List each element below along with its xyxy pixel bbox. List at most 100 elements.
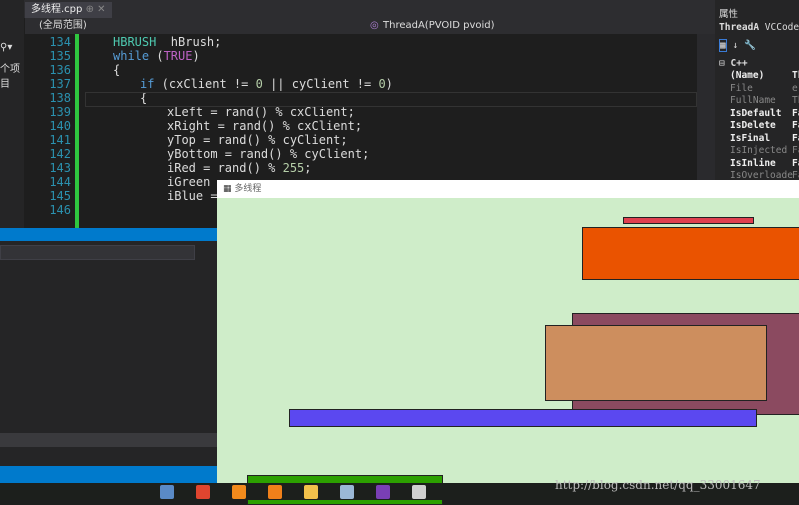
code-token: HBRUSH (113, 35, 157, 49)
code-line: { (113, 63, 120, 77)
code-line: iBlue = (167, 189, 218, 203)
code-token: ) (192, 49, 200, 63)
child-window-titlebar: ▦ 多线程 (217, 180, 799, 198)
output-panel (0, 228, 217, 483)
code-line: yBottom = rand() % cyClient; (167, 147, 369, 161)
property-value: e (792, 82, 798, 94)
code-token: xRight = rand() % cxClient; (167, 119, 363, 133)
code-token: yTop = rand() % cyClient; (167, 133, 348, 147)
line-number: 141 (49, 133, 71, 147)
alphabetical-icon[interactable]: ↓ (732, 40, 738, 51)
property-name: IsInline (730, 157, 776, 169)
property-row[interactable]: File e (730, 83, 798, 94)
code-line: yTop = rand() % cyClient; (167, 133, 348, 147)
taskbar-visual-studio-icon[interactable] (376, 485, 390, 499)
taskbar-chrome-icon[interactable] (196, 485, 210, 499)
property-row[interactable]: IsFinal Fa (730, 133, 799, 144)
category-label: C++ (730, 58, 748, 69)
code-token: while (113, 49, 150, 63)
code-line: while (TRUE) (113, 49, 200, 63)
child-window-title: 多线程 (234, 184, 262, 194)
code-token: xLeft = rand() % cxClient; (167, 105, 355, 119)
line-number: 139 (49, 105, 71, 119)
taskbar-app-3-icon[interactable] (232, 485, 246, 499)
line-number: 140 (49, 119, 71, 133)
code-token: ; (304, 161, 312, 175)
property-row[interactable]: IsInjected Fa (730, 145, 799, 156)
property-row[interactable]: IsDefault Fa (730, 108, 799, 119)
taskbar-app-4-icon[interactable] (268, 485, 282, 499)
change-marker (75, 34, 79, 228)
property-value: Fa (792, 157, 799, 169)
property-name: IsDelete (730, 120, 776, 131)
output-dropdown[interactable] (0, 245, 195, 260)
line-number: 144 (49, 175, 71, 189)
child-window[interactable]: ▦ 多线程 (217, 180, 799, 505)
property-name: IsFinal (730, 132, 771, 144)
function-dropdown[interactable]: ThreadA(PVOID pvoid) (383, 18, 495, 34)
tab-label: 多线程.cpp (31, 4, 83, 15)
code-token: yBottom = rand() % cyClient; (167, 147, 370, 161)
code-token: 0 (378, 77, 386, 91)
code-token: 255 (282, 161, 305, 175)
code-token: ) (385, 77, 393, 91)
code-token: ( (149, 49, 164, 63)
property-row[interactable]: IsDelete Fa (730, 120, 799, 131)
line-number: 146 (49, 203, 71, 217)
pin-icon[interactable]: ⊕ (86, 4, 94, 15)
line-number: 142 (49, 147, 71, 161)
status-bar (0, 466, 217, 483)
object-type: VCCodeF (764, 22, 799, 33)
taskbar-app-1-icon[interactable] (160, 485, 174, 499)
code-token: || cyClient != (262, 77, 379, 91)
property-value: Fa (792, 120, 799, 131)
property-name: (Name) (730, 70, 765, 81)
rectangle-tan (545, 325, 767, 401)
code-token: if (140, 77, 155, 91)
categorized-icon[interactable]: ▦ (719, 39, 727, 52)
property-name: IsDefault (730, 107, 782, 119)
property-row[interactable]: (Name) Th (730, 70, 799, 81)
wrench-icon[interactable]: 🔧 (744, 40, 756, 51)
property-row[interactable]: IsInline Fa (730, 158, 799, 169)
tab-file[interactable]: 多线程.cpp ⊕ ✕ (25, 2, 112, 18)
code-token: iRed = rand() % (167, 161, 283, 175)
code-line: if (cxClient != 0 || cyClient != 0) (140, 77, 393, 91)
code-line: xRight = rand() % cxClient; (167, 119, 362, 133)
project-item[interactable]: 个项目 (0, 60, 24, 90)
property-row[interactable]: FullName Th (730, 95, 799, 106)
search-icon[interactable]: ⚲▾ (0, 42, 12, 53)
properties-panel: 属性 ThreadA VCCodeF ▦ ↓ 🔧 ⊟ C++ (Name)ThF… (715, 0, 799, 181)
taskbar-file-explorer-icon[interactable] (304, 485, 318, 499)
property-name: File (730, 82, 753, 94)
taskbar-app-6-icon[interactable] (340, 485, 354, 499)
line-number: 136 (49, 63, 71, 77)
properties-title: 属性 (719, 9, 739, 20)
rectangle-orange (582, 227, 799, 280)
rectangle-red (623, 217, 754, 224)
code-token: { (113, 63, 121, 77)
code-line: HBRUSH hBrush; (113, 35, 221, 49)
object-name: ThreadA (719, 22, 760, 33)
property-name: FullName (730, 95, 776, 106)
scope-dropdown[interactable]: (全局范围) (39, 18, 87, 34)
code-token: 0 (255, 77, 263, 91)
panel-title-bar (0, 228, 217, 241)
code-token: (cxClient != (154, 77, 256, 91)
collapse-icon[interactable]: ⊟ (719, 58, 725, 69)
rectangle-blue (289, 409, 757, 427)
line-number: 143 (49, 161, 71, 175)
property-value: Th (792, 95, 799, 106)
code-token: hBrush; (156, 35, 222, 49)
taskbar-multithread-app-icon[interactable] (412, 485, 426, 499)
code-line: xLeft = rand() % cxClient; (167, 105, 355, 119)
navigation-bar: (全局范围) ◎ ThreadA(PVOID pvoid) (25, 18, 715, 34)
line-number: 134 (49, 35, 71, 49)
watermark: http://blog.csdn.net/qq_33001647 (555, 478, 761, 492)
line-number: 135 (49, 49, 71, 63)
current-line-highlight (85, 92, 697, 107)
close-icon[interactable]: ✕ (97, 4, 105, 15)
property-value: Fa (792, 145, 799, 156)
code-line: iRed = rand() % 255; (167, 161, 312, 175)
app-icon: ▦ (223, 184, 232, 194)
